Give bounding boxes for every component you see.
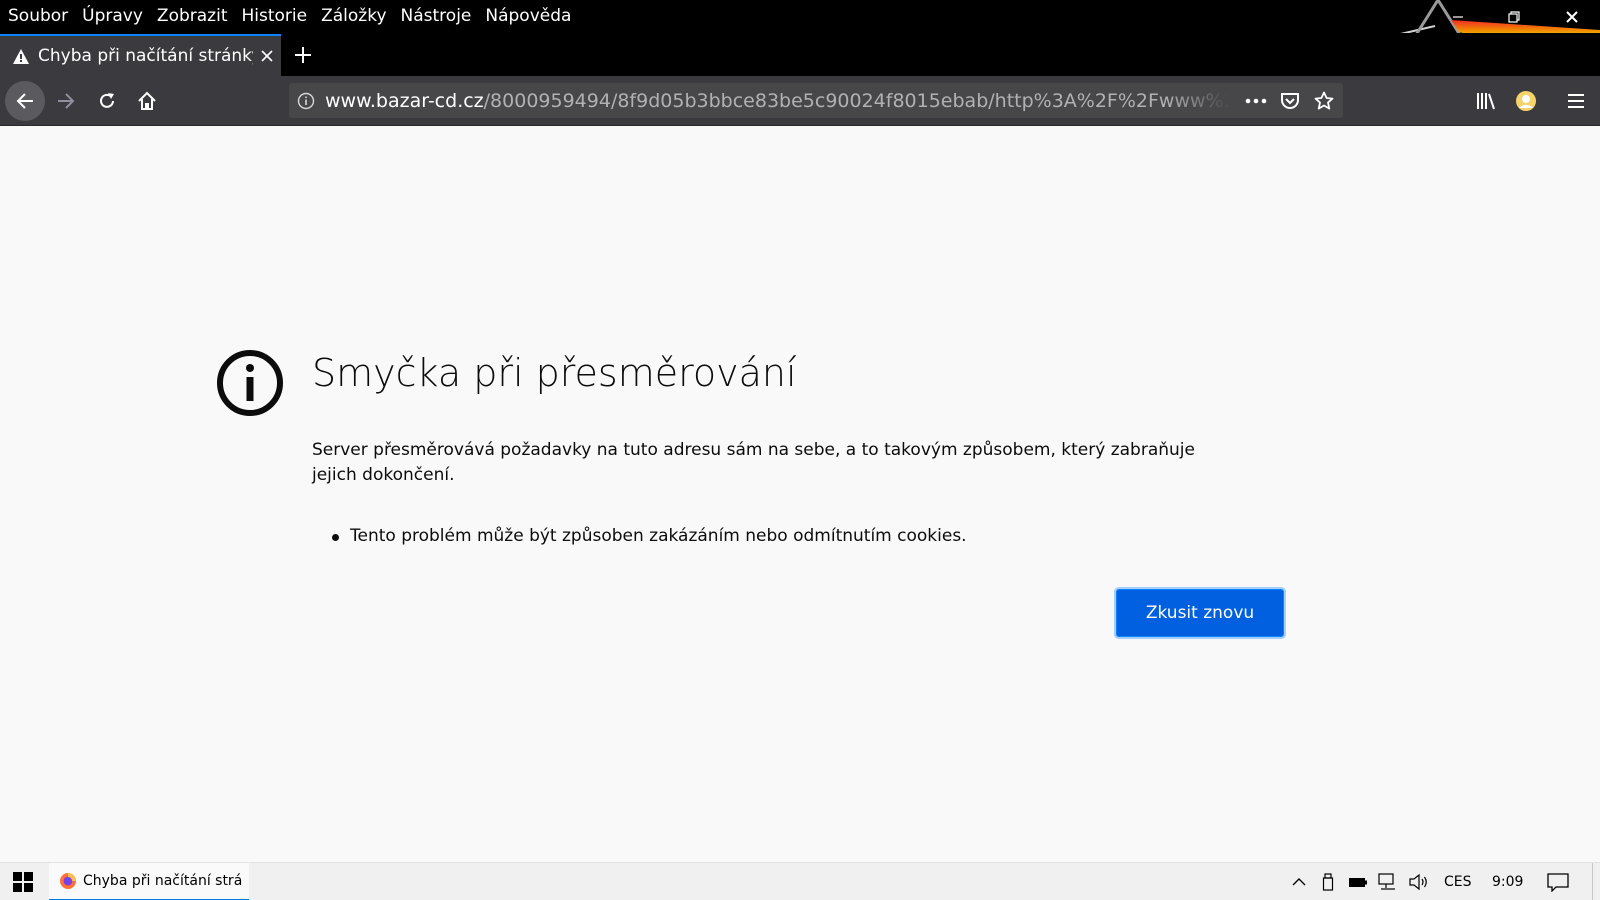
error-hint-list: Tento problém může být způsoben zakázání…: [332, 524, 967, 549]
tab-title: Chyba při načítání stránky: [38, 46, 253, 66]
network-icon: [1378, 873, 1395, 890]
menu-upravy[interactable]: Úpravy: [75, 0, 150, 33]
tray-usb-button[interactable]: [1318, 872, 1338, 892]
minimize-icon: [1453, 15, 1463, 18]
account-button[interactable]: [1506, 81, 1546, 121]
chevron-up-icon: [1292, 878, 1306, 886]
arrow-left-icon: [16, 93, 33, 109]
arrow-right-icon: [58, 93, 75, 109]
menu-soubor[interactable]: Soubor: [0, 0, 75, 33]
tray-overflow-button[interactable]: [1289, 872, 1309, 892]
taskbar-app-label: Chyba při načítání strá...: [83, 873, 243, 889]
url-path: /8000959494/8f9d05b3bbce83be5c90024f8015…: [483, 89, 1230, 112]
tray-volume-button[interactable]: [1409, 872, 1429, 892]
warning-icon: [13, 48, 29, 64]
restore-icon: [1508, 10, 1520, 23]
menu-nastroje[interactable]: Nástroje: [394, 0, 479, 33]
home-button[interactable]: [127, 81, 167, 121]
reload-icon: [100, 93, 114, 108]
close-icon: [261, 50, 273, 62]
firefox-icon: [60, 873, 76, 889]
avatar-icon: [1516, 91, 1536, 111]
usb-drive-icon: [1322, 873, 1334, 891]
restore-button[interactable]: [1486, 0, 1542, 33]
pocket-icon: [1281, 93, 1299, 109]
close-icon: [1566, 10, 1578, 23]
url-bar[interactable]: www.bazar-cd.cz/8000959494/8f9d05b3bbce8…: [289, 83, 1343, 118]
navigation-toolbar: www.bazar-cd.cz/8000959494/8f9d05b3bbce8…: [0, 76, 1600, 126]
url-text[interactable]: www.bazar-cd.cz/8000959494/8f9d05b3bbce8…: [325, 90, 1230, 112]
star-icon: [1314, 91, 1334, 110]
start-button[interactable]: [0, 863, 46, 900]
tab-close-button[interactable]: [257, 46, 277, 66]
menu-zalozky[interactable]: Záložky: [314, 0, 393, 33]
speaker-icon: [1409, 873, 1427, 891]
url-host: www.bazar-cd.cz: [325, 89, 484, 112]
pocket-button[interactable]: [1275, 86, 1305, 116]
error-title: Smyčka při přesměrování: [312, 351, 797, 395]
bookmark-star-button[interactable]: [1309, 86, 1339, 116]
main-menu-button[interactable]: [1556, 81, 1596, 121]
back-button[interactable]: [5, 81, 45, 121]
plus-icon: [295, 47, 311, 63]
notification-center-icon[interactable]: [1546, 872, 1570, 892]
menu-historie[interactable]: Historie: [234, 0, 314, 33]
tray-battery-button[interactable]: [1348, 872, 1368, 892]
error-page: Smyčka při přesměrování Server přesměrov…: [0, 127, 1600, 862]
info-icon[interactable]: [297, 92, 315, 110]
forward-button[interactable]: [46, 81, 86, 121]
page-actions-button[interactable]: [1241, 86, 1271, 116]
error-hint-item: Tento problém může být způsoben zakázání…: [332, 524, 967, 549]
new-tab-button[interactable]: [288, 40, 318, 70]
retry-button[interactable]: Zkusit znovu: [1117, 590, 1283, 636]
library-button[interactable]: [1466, 81, 1506, 121]
tab-strip: Chyba při načítání stránky: [0, 33, 1600, 76]
menu-zobrazit[interactable]: Zobrazit: [150, 0, 235, 33]
input-language-indicator[interactable]: CES: [1444, 863, 1472, 900]
menu-napoveda[interactable]: Nápověda: [478, 0, 578, 33]
close-window-button[interactable]: [1544, 0, 1600, 33]
error-description: Server přesměrovává požadavky na tuto ad…: [312, 440, 1195, 485]
taskbar: Chyba při načítání strá... CES 9:09: [0, 862, 1600, 900]
taskbar-firefox-window[interactable]: Chyba při načítání strá...: [49, 863, 249, 900]
home-icon: [138, 91, 156, 110]
minimize-button[interactable]: [1430, 0, 1486, 33]
reload-button[interactable]: [87, 81, 127, 121]
show-desktop-button[interactable]: [1592, 863, 1600, 900]
battery-icon: [1349, 878, 1367, 887]
library-icon: [1477, 93, 1495, 110]
tab-error-page[interactable]: Chyba při načítání stránky: [0, 34, 281, 76]
taskbar-clock[interactable]: 9:09: [1492, 863, 1523, 900]
windows-logo-icon: [13, 872, 33, 892]
hamburger-icon: [1568, 94, 1584, 108]
tray-network-button[interactable]: [1378, 872, 1398, 892]
info-icon: [217, 350, 283, 416]
more-horizontal-icon: [1245, 98, 1267, 104]
